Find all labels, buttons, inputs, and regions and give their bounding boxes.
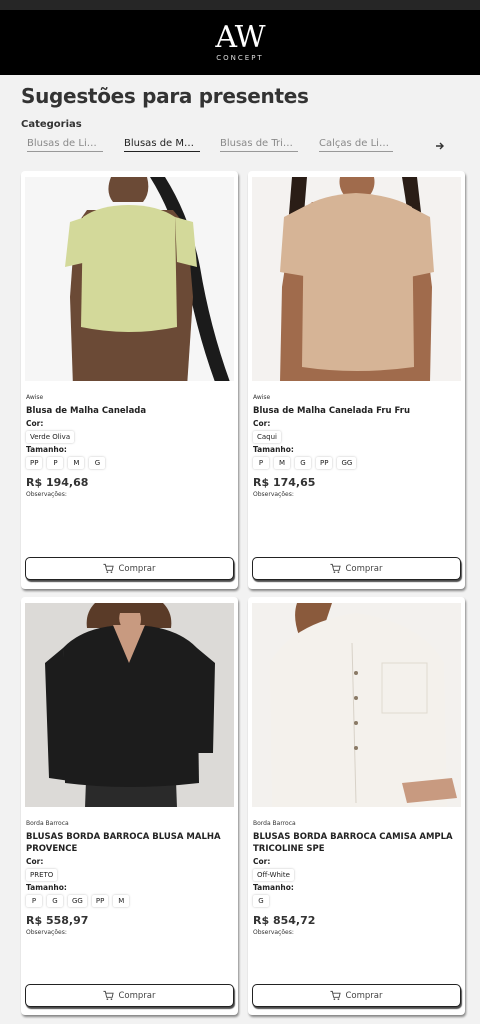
- size-option[interactable]: PP: [316, 457, 333, 469]
- product-name[interactable]: BLUSAS BORDA BARROCA CAMISA AMPLA TRICOL…: [253, 831, 459, 855]
- size-label: Tamanho:: [253, 445, 294, 454]
- product-card[interactable]: Awise Blusa de Malha Canelada Fru Fru Co…: [248, 171, 465, 589]
- buy-button[interactable]: Comprar: [252, 984, 461, 1007]
- size-options: G: [253, 895, 269, 907]
- categories-label: Categorias: [21, 119, 82, 130]
- buy-button[interactable]: Comprar: [25, 984, 234, 1007]
- product-image[interactable]: [252, 177, 461, 381]
- size-options: P M G PP GG: [253, 457, 357, 469]
- product-name[interactable]: Blusa de Malha Canelada Fru Fru: [253, 405, 459, 417]
- tab-blusas-de-tricot[interactable]: Blusas de Tricot: [220, 138, 298, 152]
- product-name[interactable]: Blusa de Malha Canelada: [26, 405, 232, 417]
- buy-button[interactable]: Comprar: [252, 557, 461, 580]
- product-price: R$ 174,65: [253, 476, 316, 489]
- size-option[interactable]: M: [113, 895, 130, 907]
- product-price: R$ 854,72: [253, 914, 316, 927]
- size-option[interactable]: M: [274, 457, 290, 469]
- product-image[interactable]: [25, 177, 234, 381]
- buy-button-label: Comprar: [345, 563, 383, 574]
- color-label: Cor:: [253, 419, 271, 428]
- cart-icon: [103, 990, 115, 1000]
- color-option[interactable]: Caqui: [253, 431, 282, 443]
- color-label: Cor:: [253, 857, 271, 866]
- observations-label: Observações:: [253, 929, 294, 936]
- size-options: PP P M G: [26, 457, 106, 469]
- size-option[interactable]: GG: [337, 457, 357, 469]
- buy-button-label: Comprar: [345, 990, 383, 1001]
- cart-icon: [330, 563, 342, 573]
- category-tabs: Blusas de Linho Blusas de Malha Blusas d…: [0, 138, 480, 160]
- tab-blusas-de-malha[interactable]: Blusas de Malha: [124, 138, 200, 152]
- product-image[interactable]: [25, 603, 234, 807]
- size-label: Tamanho:: [253, 883, 294, 892]
- product-image[interactable]: [252, 603, 461, 807]
- product-brand: Awise: [253, 394, 271, 401]
- observations-label: Observações:: [26, 929, 67, 936]
- size-option[interactable]: G: [47, 895, 63, 907]
- size-option[interactable]: G: [253, 895, 269, 907]
- brand-logo-subtitle: CONCEPT: [216, 54, 264, 62]
- product-brand: Borda Barroca: [26, 820, 69, 827]
- product-price: R$ 194,68: [26, 476, 89, 489]
- size-option[interactable]: P: [47, 457, 64, 469]
- product-card[interactable]: Borda Barroca BLUSAS BORDA BARROCA BLUSA…: [21, 597, 238, 1015]
- buy-button-label: Comprar: [118, 563, 156, 574]
- size-label: Tamanho:: [26, 883, 67, 892]
- size-option[interactable]: G: [295, 457, 311, 469]
- product-brand: Borda Barroca: [253, 820, 296, 827]
- size-option[interactable]: GG: [68, 895, 87, 907]
- observations-label: Observações:: [253, 491, 294, 498]
- product-card[interactable]: Borda Barroca BLUSAS BORDA BARROCA CAMIS…: [248, 597, 465, 1015]
- buy-button-label: Comprar: [118, 990, 156, 1001]
- size-option[interactable]: PP: [26, 457, 43, 469]
- size-label: Tamanho:: [26, 445, 67, 454]
- product-name[interactable]: BLUSAS BORDA BARROCA BLUSA MALHA PROVENC…: [26, 831, 232, 855]
- tab-blusas-de-linho[interactable]: Blusas de Linho: [27, 138, 103, 152]
- product-brand: Awise: [26, 394, 44, 401]
- app-header: AW CONCEPT: [0, 10, 480, 75]
- product-card[interactable]: Awise Blusa de Malha Canelada Cor: Verde…: [21, 171, 238, 589]
- observations-label: Observações:: [26, 491, 67, 498]
- cart-icon: [330, 990, 342, 1000]
- brand-logo[interactable]: AW: [215, 23, 265, 53]
- tab-calcas-de-linho[interactable]: Calças de Linho: [319, 138, 393, 152]
- color-option[interactable]: Verde Oliva: [26, 431, 75, 443]
- color-option[interactable]: PRETO: [26, 869, 58, 881]
- size-option[interactable]: G: [89, 457, 106, 469]
- product-price: R$ 558,97: [26, 914, 89, 927]
- color-label: Cor:: [26, 419, 44, 428]
- cart-icon: [103, 563, 115, 573]
- size-option[interactable]: M: [68, 457, 85, 469]
- buy-button[interactable]: Comprar: [25, 557, 234, 580]
- color-option[interactable]: Off-White: [253, 869, 294, 881]
- page-title: Sugestões para presentes: [21, 84, 309, 108]
- color-label: Cor:: [26, 857, 44, 866]
- status-bar: [0, 0, 480, 10]
- scroll-right-arrow-icon[interactable]: [434, 140, 446, 152]
- size-option[interactable]: P: [26, 895, 42, 907]
- size-option[interactable]: PP: [91, 895, 109, 907]
- size-option[interactable]: P: [253, 457, 269, 469]
- size-options: P G GG PP M: [26, 895, 130, 907]
